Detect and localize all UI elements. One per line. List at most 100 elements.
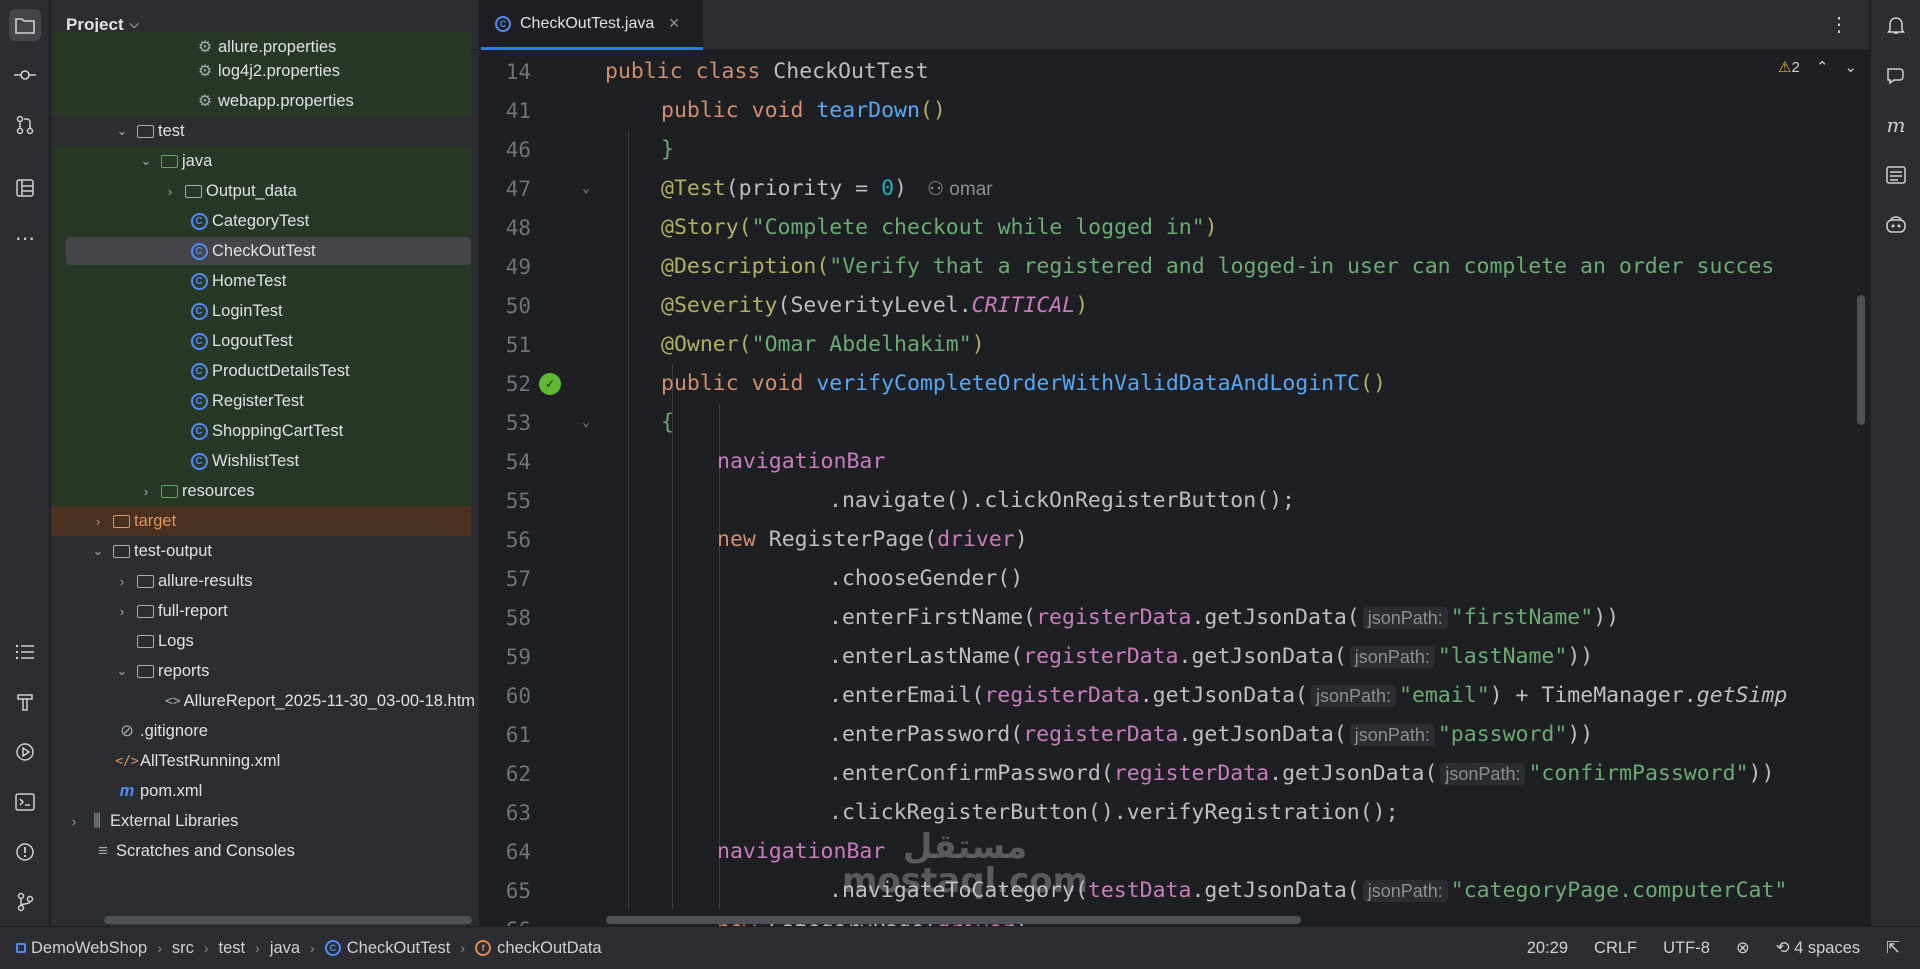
breadcrumb-item[interactable]: › java [245,939,300,958]
problems-icon[interactable] [9,836,41,868]
editor-vertical-scrollbar[interactable] [1857,295,1865,425]
scratches-icon: ≡ [98,841,108,860]
close-icon[interactable]: ✕ [668,15,680,32]
chevron-right-icon[interactable]: › [115,604,129,619]
tree-item[interactable]: C ShoppingCartTest [51,416,471,446]
breadcrumb-item[interactable]: › test [194,939,245,958]
tree-item[interactable]: ⚙ webapp.properties [51,86,471,116]
breadcrumb-label: CheckOutTest [346,938,451,957]
services-run-icon[interactable] [9,736,41,768]
tab-options-icon[interactable]: ⋮ [1829,12,1849,37]
git-branch-icon[interactable] [9,886,41,918]
breadcrumb-item[interactable]: DemoWebShop [16,939,147,958]
code-token: .navigateToCategory( [829,878,1088,903]
tree-item[interactable]: › Output_data [51,176,471,206]
terminal-icon[interactable] [9,786,41,818]
folder-icon [135,602,155,620]
pull-requests-icon[interactable] [9,109,41,141]
tree-item[interactable]: C LogoutTest [51,326,471,356]
breadcrumb: DemoWebShop › src › test › java › C CheckOutT… [0,939,602,958]
copilot-icon[interactable] [1880,209,1912,241]
java-class-icon: C [189,212,209,230]
parameter-hint: jsonPath: [1362,607,1448,629]
build-hammer-icon[interactable] [9,686,41,718]
database-icon[interactable] [1880,159,1912,191]
breadcrumb-item[interactable]: › src [147,939,194,958]
chevron-right-icon: › [255,940,260,956]
code-token: .clickRegisterButton().verifyRegistratio… [829,800,1399,825]
tree-item[interactable]: </> AllTestRunning.xml [51,746,471,776]
breadcrumb-item[interactable]: › C CheckOutTest [300,939,450,958]
chevron-down-icon[interactable]: ⌄ [115,663,129,679]
notifications-bell-icon[interactable] [1880,9,1912,41]
project-horizontal-scrollbar[interactable] [104,916,472,924]
chevron-right-icon[interactable]: › [163,184,177,199]
tab-checkouttest-java[interactable]: C CheckOutTest.java ✕ [481,0,703,50]
todo-list-icon[interactable] [9,636,41,668]
tree-item[interactable]: C LoginTest [51,296,471,326]
chevron-down-icon[interactable]: ⌵ [130,17,139,32]
tree-item-test-folder[interactable]: ⌄ test [51,116,471,146]
tree-item[interactable]: ⊘ .gitignore [51,716,471,746]
lock-icon[interactable]: ⇱ [1886,938,1900,958]
tree-item[interactable]: C ProductDetailsTest [51,356,471,386]
tree-item-java-folder[interactable]: ⌄ java [51,146,471,176]
chevron-right-icon[interactable]: › [67,814,81,829]
chevron-down-icon[interactable]: ⌄ [115,123,129,139]
readonly-toggle-icon[interactable]: ⊗ [1736,938,1750,958]
code-token: navigationBar [717,839,886,864]
line-number: 63 [505,800,531,825]
tree-item[interactable]: C CategoryTest [51,206,471,236]
tree-item[interactable]: C WishlistTest [51,446,471,476]
code-token: .getJsonData( [1178,644,1347,669]
tree-item-test-output-folder[interactable]: ⌄ test-output [51,536,471,566]
properties-gear-icon: ⚙ [197,39,213,56]
tree-item[interactable]: Logs [51,626,471,656]
author-hint[interactable]: ⚇ omar [927,179,993,200]
tree-item[interactable]: › allure-results [51,566,471,596]
file-encoding[interactable]: UTF-8 [1663,939,1710,958]
tree-item[interactable]: m pom.xml [51,776,471,806]
chevron-down-icon[interactable]: ⌄ [91,543,105,559]
chevron-down-icon[interactable]: ⌄ [139,153,153,169]
maven-icon: m [119,781,135,800]
tree-item[interactable]: <> AllureReport_2025-11-30_03-00-18.htm [51,686,475,716]
java-class-icon: C [189,242,209,260]
chevron-right-icon[interactable]: › [139,484,153,499]
code-line: 55 .navigate().clickOnRegisterButton(); [481,481,1869,520]
tree-item-selected[interactable]: C CheckOutTest [51,236,471,266]
tree-item[interactable]: C HomeTest [51,266,471,296]
line-number: 59 [505,644,531,669]
tree-item-scratches[interactable]: ≡ Scratches and Consoles [51,836,471,866]
tree-item-target-folder[interactable]: › target [51,506,471,536]
code-line: 14 public class CheckOutTest [481,52,1869,91]
editor-horizontal-scrollbar[interactable] [606,916,1301,924]
ai-assistant-icon[interactable] [1880,59,1912,91]
html-file-icon: <> [165,693,181,709]
code-token: getSimp [1696,683,1788,708]
breadcrumb-item[interactable]: › f checkOutData [450,939,601,958]
fold-chevron-icon[interactable]: ⌄ [571,181,601,196]
chevron-right-icon[interactable]: › [115,574,129,589]
tree-item[interactable]: › full-report [51,596,471,626]
code-token: )) [1567,722,1594,747]
commit-icon[interactable] [9,59,41,91]
tree-item[interactable]: ⚙ log4j2.properties [51,56,471,86]
tree-item-external-libraries[interactable]: › ⫼ External Libraries [51,806,471,836]
line-ending[interactable]: CRLF [1594,939,1637,958]
parameter-hint: jsonPath: [1362,880,1448,902]
run-test-passed-icon[interactable]: ✓ [539,372,561,395]
indent-setting[interactable]: ⟲ 4 spaces [1776,938,1860,958]
tree-item-resources-folder[interactable]: › resources [51,476,471,506]
code-token: registerData [1113,761,1270,786]
project-folder-icon[interactable] [9,9,41,41]
maven-icon[interactable]: m [1880,109,1912,141]
caret-position[interactable]: 20:29 [1527,939,1568,958]
structure-icon[interactable] [9,172,41,204]
tree-item[interactable]: ⌄ reports [51,656,471,686]
chevron-right-icon[interactable]: › [91,514,105,529]
fold-chevron-icon[interactable]: ⌄ [571,415,601,430]
tree-item[interactable]: C RegisterTest [51,386,471,416]
more-tools-icon[interactable]: ⋯ [9,222,41,254]
